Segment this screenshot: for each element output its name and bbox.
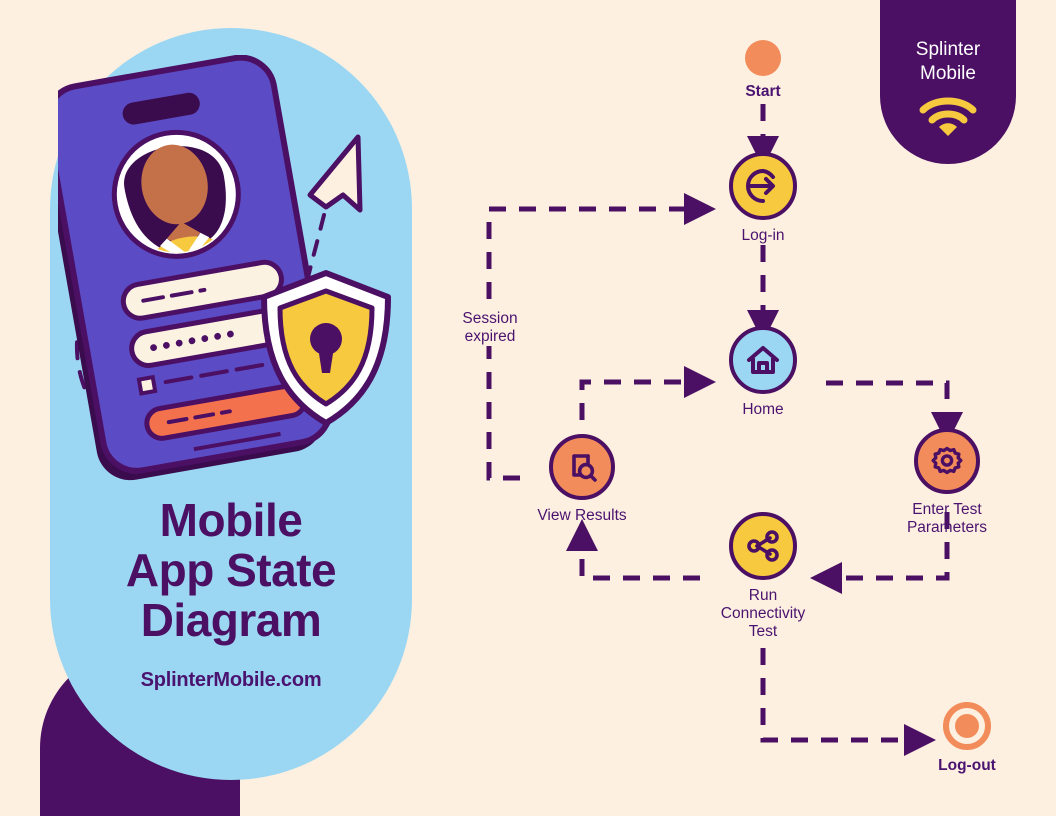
node-run-connectivity-test[interactable]: Run Connectivity Test [703,512,823,641]
gear-icon [914,428,980,494]
diagram-canvas: Mobile App State Diagram SplinterMobile.… [0,0,1056,816]
filled-circle-icon [745,40,781,76]
edge-label-session-expired: Session expired [455,310,525,346]
node-label-start: Start [745,83,781,100]
edge-results-home [579,365,716,420]
document-search-icon [549,434,615,500]
website-url: SplinterMobile.com [140,669,322,691]
node-view-results[interactable]: View Results [522,434,642,525]
target-ring-core [955,714,979,738]
node-label-login: Log-in [741,227,785,244]
login-arrow-icon [729,152,797,220]
node-enter-test-parameters[interactable]: Enter Test Parameters [887,428,1007,537]
node-home[interactable]: Home [717,326,809,419]
node-logout[interactable]: Log-out [930,702,1004,775]
share-nodes-icon [729,512,797,580]
paper-plane-icon [307,134,363,213]
node-start[interactable]: Start [727,40,799,101]
node-label-logout: Log-out [938,757,996,774]
target-ring-icon [943,702,991,750]
wifi-icon [880,96,1016,143]
logo-name-line-1: Splinter [915,39,981,60]
node-label-view-results: View Results [537,507,627,524]
edge-runtest-logout [760,648,936,756]
page-title: Mobile App State Diagram SplinterMobile.… [55,495,407,692]
node-label-run-connectivity-test: Run Connectivity Test [720,587,806,640]
logo-badge: Splinter Mobile [880,0,1016,164]
title-line-1: Mobile [159,494,303,546]
edge-home-params [826,380,964,444]
logo-name-line-2: Mobile [920,63,976,84]
title-line-2: App State [125,544,337,596]
node-label-enter-test-parameters: Enter Test Parameters [906,501,988,536]
node-label-home: Home [742,401,784,418]
home-icon [729,326,797,394]
node-login[interactable]: Log-in [717,152,809,245]
title-line-3: Diagram [140,594,322,646]
edge-runtest-results [565,519,700,581]
logo-name: Splinter Mobile [880,38,1016,86]
mobile-login-illustration [40,54,428,495]
